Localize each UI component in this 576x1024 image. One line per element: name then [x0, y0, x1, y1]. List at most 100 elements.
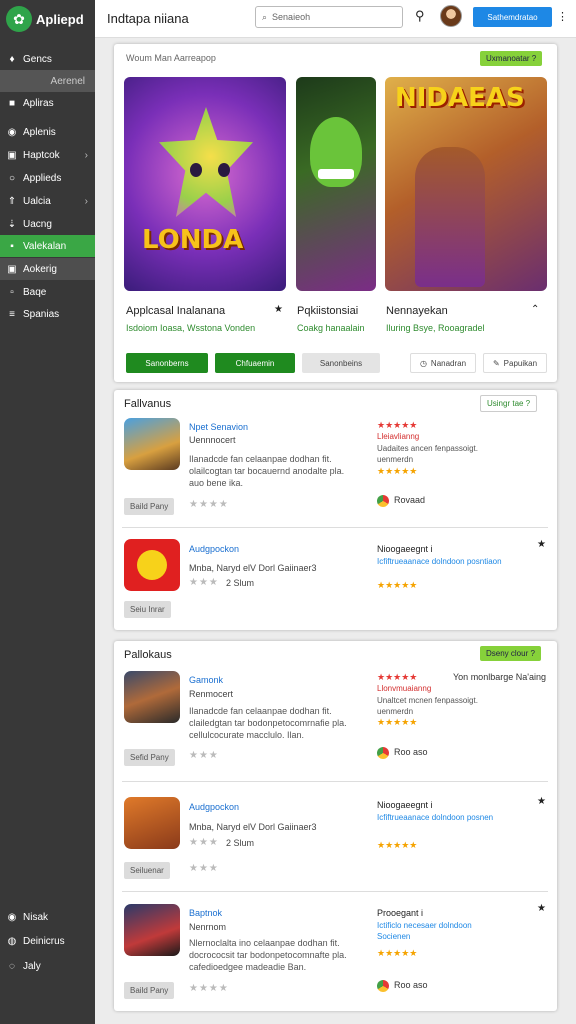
section-badge[interactable]: Dseny clour ? — [480, 646, 541, 661]
hero-button-3[interactable]: Sanonbeins — [302, 353, 380, 373]
primary-action-button[interactable]: Sathemdratao — [473, 7, 552, 27]
featured-card: Woum Man Aarreapop Uxmanoatar ? LONDA NI… — [114, 44, 557, 382]
pin-icon[interactable]: ★ — [274, 304, 283, 315]
hero-button-1[interactable]: Sanonberns — [126, 353, 208, 373]
app-pill[interactable]: Seiluenar — [124, 862, 170, 879]
hero-title-2[interactable]: Pqkiistonsiai — [297, 305, 358, 317]
sidebar-item-aplenis[interactable]: ◉ Aplenis — [0, 121, 95, 143]
sidebar-item-deinicrus[interactable]: ◍ Deinicrus — [0, 930, 95, 952]
hero-title-1[interactable]: Applcasal Inalanana — [126, 305, 225, 317]
sidebar-item-label: Jaly — [23, 960, 41, 972]
section-pallokaus: Pallokaus Dseny clour ? Gamonk Renmocert… — [114, 641, 557, 1011]
sidebar-item-label: Aokerig — [23, 263, 57, 275]
monster-teeth-shape — [318, 169, 354, 179]
clock-icon: ◷ — [419, 358, 427, 368]
app-icon[interactable] — [124, 539, 180, 591]
sidebar-item-spanias[interactable]: ≡ Spanias — [0, 303, 95, 325]
pin-icon[interactable]: ★ — [537, 539, 546, 550]
sidebar-item-label: Nisak — [23, 911, 49, 923]
sidebar-item-jaly[interactable]: ◌ Jaly — [0, 955, 95, 977]
app-description: Ilanadcde fan celaanpae dodhan fit. clai… — [189, 706, 347, 740]
sidebar-item-label: Uacng — [23, 218, 52, 230]
grey-rating-stars: ★★★ — [189, 577, 219, 588]
red-rating-stars: ★★★★★ — [377, 672, 418, 682]
app-subtitle: Nenrnom — [189, 922, 227, 932]
right-label[interactable]: Roo aso — [394, 747, 428, 757]
app-icon[interactable] — [124, 671, 180, 723]
sidebar-item-baqe[interactable]: ▫ Baqe — [0, 281, 95, 303]
right-description: Icfiftrueaanace dolndoon posnen — [377, 813, 494, 822]
eye-shape — [190, 163, 202, 177]
square-icon: ▫ — [10, 286, 14, 298]
circle-icon: ◉ — [7, 911, 17, 923]
chevron-right-icon: › — [84, 195, 88, 207]
sidebar-item-uacng[interactable]: ⇣ Uacng — [0, 213, 95, 235]
pin-icon[interactable]: ★ — [537, 796, 546, 807]
app-icon[interactable] — [124, 904, 180, 956]
app-logo[interactable]: ✿ Apliepd — [6, 6, 84, 32]
app-pill[interactable]: Baild Pany — [124, 982, 175, 999]
search-input[interactable]: ⌕ Senaieoh — [255, 6, 403, 28]
app-pill[interactable]: Seiu Inrar — [124, 601, 171, 618]
square-icon: ■ — [8, 97, 16, 109]
right-heading: Prooegant i — [377, 908, 424, 918]
featured-badge[interactable]: Uxmanoatar ? — [480, 51, 543, 66]
yellow-rating-stars: ★★★★★ — [377, 840, 418, 850]
app-subtitle: Renmocert — [189, 689, 234, 699]
game-image-monster[interactable] — [296, 77, 376, 291]
app-name[interactable]: Npet Senavion — [189, 422, 248, 432]
search-icon[interactable]: ⚲ — [415, 8, 425, 24]
pin-icon[interactable]: ★ — [537, 903, 546, 914]
browser-icon — [377, 980, 389, 992]
app-name[interactable]: Audgpockon — [189, 544, 239, 554]
right-label[interactable]: Rovaad — [394, 495, 425, 505]
hero-button-2[interactable]: Chfuaemin — [215, 353, 295, 373]
rating-note: Uadaites ancen fenpassoigt. uenmerdn — [377, 444, 478, 464]
sidebar-item-aokerig[interactable]: ▣ Aokerig — [0, 258, 95, 280]
tag-icon: ♦ — [9, 53, 15, 65]
hero-action-1[interactable]: ◷ Nanadran — [410, 353, 476, 373]
app-name[interactable]: Audgpockon — [189, 802, 239, 812]
hero-title-3[interactable]: Nennayekan — [386, 305, 448, 317]
app-pill[interactable]: Sefid Pany — [124, 749, 175, 766]
sidebar-item-gencs[interactable]: ♦ Gencs — [0, 48, 95, 70]
sidebar-item-ualcia[interactable]: ⇑ Ualcia › — [0, 190, 95, 212]
more-options-icon[interactable]: ⋮ — [557, 10, 568, 23]
yellow-rating-stars: ★★★★★ — [377, 466, 418, 476]
sidebar-item-apliras[interactable]: ■ Apliras — [0, 92, 95, 114]
sidebar-item-haptcok[interactable]: ▣ Haptcok › — [0, 144, 95, 166]
sidebar-item-label: Aplenis — [23, 126, 56, 138]
app-name[interactable]: Baptnok — [189, 908, 222, 918]
game-image-title: NIDAEAS — [395, 83, 525, 113]
right-heading: Nioogaeegnt i — [377, 800, 433, 810]
section-badge[interactable]: Usingr tae ? — [480, 395, 538, 412]
sidebar-item-valekalan[interactable]: ▪ Valekalan — [0, 235, 95, 257]
logo-icon: ✿ — [6, 6, 32, 32]
divider — [122, 891, 548, 892]
featured-header: Woum Man Aarreapop — [126, 53, 216, 63]
game-image-londa[interactable]: LONDA — [124, 77, 286, 291]
rating-text: Lleiavlianng — [377, 432, 420, 441]
hero-subtitle-2: Coakg hanaalain — [297, 323, 365, 333]
red-rating-stars: ★★★★★ — [377, 420, 418, 430]
app-icon[interactable] — [124, 418, 180, 470]
edit-icon: ✎ — [492, 358, 500, 368]
app-pill[interactable]: Baild Pany — [124, 498, 175, 515]
app-icon[interactable] — [124, 797, 180, 849]
right-description: Icfiftrueaanace dolndoon posntiaon — [377, 557, 502, 566]
hero-action-2[interactable]: ✎ Papuikan — [483, 353, 547, 373]
sidebar-item-nisak[interactable]: ◉ Nisak — [0, 906, 95, 928]
circle-outline-icon: ○ — [8, 172, 16, 184]
app-description: Nlernoclalta ino celaanpae dodhan fit. d… — [189, 938, 347, 972]
circle-outline-icon: ◍ — [7, 935, 17, 947]
sidebar-item-aerenel[interactable]: Aerenel — [0, 70, 95, 92]
app-name[interactable]: Gamonk — [189, 675, 223, 685]
game-image-nidaeas[interactable]: NIDAEAS — [385, 77, 547, 291]
chevron-up-icon[interactable]: ⌃ — [531, 304, 539, 315]
sidebar-item-label: Apliras — [23, 97, 54, 109]
sidebar-item-applieds[interactable]: ○ Applieds — [0, 167, 95, 189]
app-meta: 2 Slum — [226, 578, 255, 588]
right-label[interactable]: Roo aso — [394, 980, 428, 990]
avatar[interactable] — [440, 5, 462, 27]
rating-red-text: Llonvmuaianng — [377, 684, 432, 693]
